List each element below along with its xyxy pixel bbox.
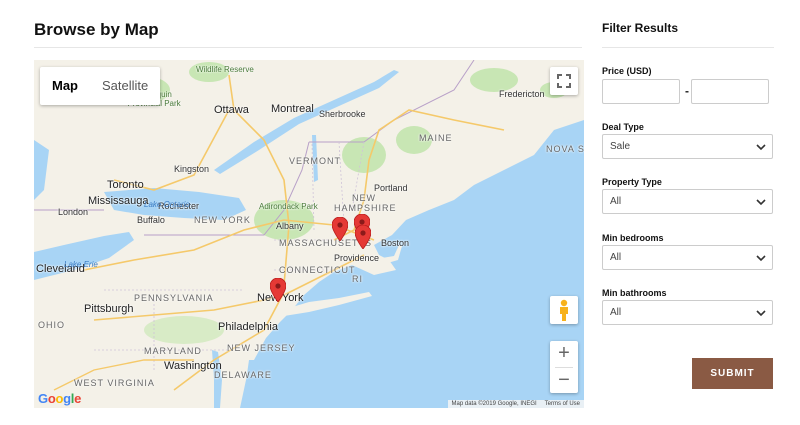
map-view[interactable]: Ottawa Montreal Sherbrooke Toronto Missi… (34, 60, 584, 408)
city-label: Sherbrooke (319, 109, 366, 119)
water-label: Lake Ontario (144, 200, 190, 209)
state-label: MAINE (419, 133, 453, 143)
submit-button[interactable]: SUBMIT (692, 358, 773, 389)
park-label: Adirondack Park (259, 202, 318, 211)
state-label: NEW YORK (194, 215, 251, 225)
terms-link[interactable]: Terms of Use (545, 401, 580, 407)
state-label: OHIO (38, 320, 66, 330)
price-dash: - (685, 84, 689, 98)
property-type-label: Property Type (602, 177, 662, 187)
zoom-in-button[interactable]: + (550, 341, 578, 367)
city-label: Buffalo (137, 215, 165, 225)
city-label: Mississauga (88, 195, 149, 207)
fullscreen-button[interactable] (550, 67, 578, 95)
map-type-control: Map Satellite (40, 67, 161, 105)
chevron-down-icon (756, 199, 766, 206)
min-bedrooms-label: Min bedrooms (602, 233, 664, 243)
state-label: NEW HAMPSHIRE (334, 193, 397, 213)
city-label: London (58, 207, 89, 217)
zoom-out-button[interactable]: − (550, 368, 578, 394)
google-logo[interactable]: Google (38, 391, 81, 406)
attribution-text: Map data ©2019 Google, INEGI (451, 401, 537, 407)
tab-satellite[interactable]: Satellite (90, 67, 160, 105)
park-label: Wildlife Reserve (196, 65, 254, 74)
map-attribution: Map data ©2019 Google, INEGI Terms of Us… (447, 400, 584, 408)
price-label: Price (USD) (602, 66, 652, 76)
city-label: Montreal (271, 103, 314, 115)
property-type-select[interactable]: All (602, 189, 773, 214)
min-bedrooms-select[interactable]: All (602, 245, 773, 270)
property-type-value: All (610, 196, 622, 207)
city-label: Providence (334, 253, 380, 263)
deal-type-select[interactable]: Sale (602, 134, 773, 159)
price-max-input[interactable] (691, 79, 769, 104)
title-divider (34, 47, 582, 48)
state-label: MARYLAND (144, 346, 202, 356)
city-label: Fredericton (499, 89, 545, 99)
city-label: Kingston (174, 164, 210, 174)
chevron-down-icon (756, 144, 766, 151)
city-label: Portland (374, 183, 408, 193)
chevron-down-icon (756, 310, 766, 317)
state-label: VERMONT (289, 156, 341, 166)
tab-map[interactable]: Map (40, 67, 90, 105)
filter-divider (602, 47, 774, 48)
min-bedrooms-value: All (610, 252, 622, 263)
state-label: PENNSYLVANIA (134, 293, 214, 303)
page-title: Browse by Map (34, 20, 159, 39)
property-marker[interactable] (270, 278, 286, 302)
water-label: Lake Erie (64, 260, 98, 269)
min-bathrooms-select[interactable]: All (602, 300, 773, 325)
min-bathrooms-value: All (610, 307, 622, 318)
fullscreen-icon (557, 74, 571, 88)
state-label: WEST VIRGINIA (74, 378, 155, 388)
city-label: Boston (381, 238, 410, 248)
min-bathrooms-label: Min bathrooms (602, 288, 667, 298)
city-label: Pittsburgh (84, 303, 134, 315)
zoom-control: + − (550, 341, 578, 393)
city-label: Albany (276, 221, 304, 231)
state-label: CONNECTICUT (279, 265, 356, 275)
state-label: DELAWARE (214, 370, 272, 380)
city-label: Ottawa (214, 104, 249, 116)
filter-title: Filter Results (602, 21, 679, 35)
city-label: Toronto (107, 179, 144, 191)
deal-type-value: Sale (610, 141, 631, 152)
deal-type-label: Deal Type (602, 122, 644, 132)
pegman-icon (560, 299, 568, 321)
city-label: Philadelphia (218, 321, 278, 333)
chevron-down-icon (756, 255, 766, 262)
price-min-input[interactable] (602, 79, 680, 104)
street-view-button[interactable] (550, 296, 578, 324)
state-label: RI (352, 274, 363, 284)
property-marker[interactable] (355, 225, 371, 249)
state-label: NOVA SCO (546, 144, 584, 154)
state-label: NEW JERSEY (227, 343, 296, 353)
property-marker[interactable] (332, 217, 348, 241)
